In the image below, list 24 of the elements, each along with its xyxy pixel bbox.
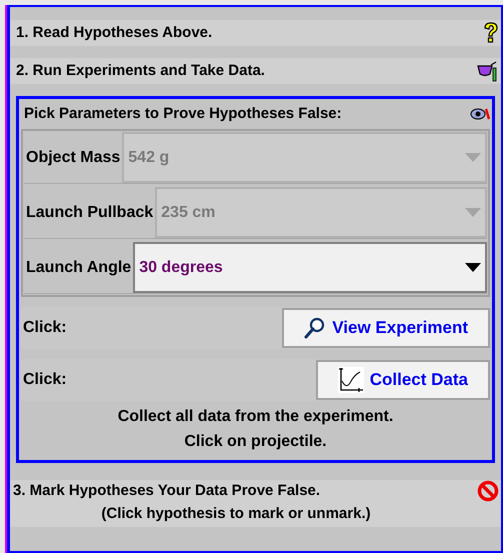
parameter-label: Launch Angle: [25, 258, 132, 278]
prompt-label: Click:: [23, 370, 67, 390]
prompt-label: Click:: [23, 318, 67, 338]
parameter-label: Object Mass: [25, 148, 122, 168]
hint-text: (Click hypothesis to mark or unmark.): [101, 504, 371, 524]
parameter-label: Launch Pullback: [25, 202, 154, 222]
instruction-text: Click on projectile.: [184, 432, 327, 452]
eye-icon: [470, 107, 490, 121]
beaker-icon: [477, 60, 499, 82]
caret-icon: [465, 263, 481, 272]
search-icon: [304, 317, 326, 339]
action-button[interactable]: View Experiment: [282, 308, 490, 348]
instruction-text: Collect all data from the experiment.: [118, 407, 394, 427]
action-button[interactable]: Collect Data: [316, 360, 490, 400]
step-label: 1. Read Hypotheses Above.: [16, 22, 212, 43]
panel-title: Pick Parameters to Prove Hypotheses False:: [24, 104, 342, 124]
caret-icon: [465, 153, 481, 162]
step-label: 3. Mark Hypotheses Your Data Prove False.: [13, 481, 320, 501]
caret-icon: [465, 208, 481, 217]
graph-icon: [338, 367, 364, 393]
question-icon: [483, 22, 499, 44]
prohibited-icon: [477, 480, 499, 502]
step-label: 2. Run Experiments and Take Data.: [16, 60, 265, 81]
dropdown[interactable]: 30 degrees: [133, 242, 487, 293]
